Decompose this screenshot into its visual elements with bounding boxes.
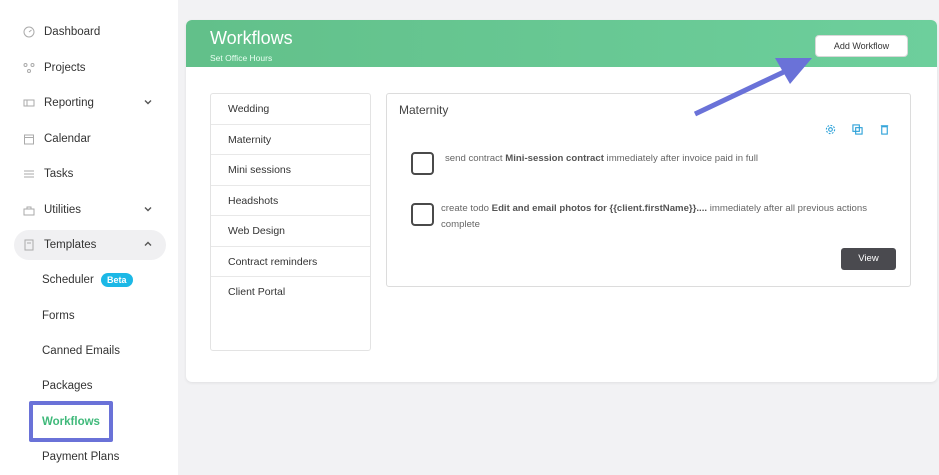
annotation-arrow bbox=[693, 58, 812, 117]
